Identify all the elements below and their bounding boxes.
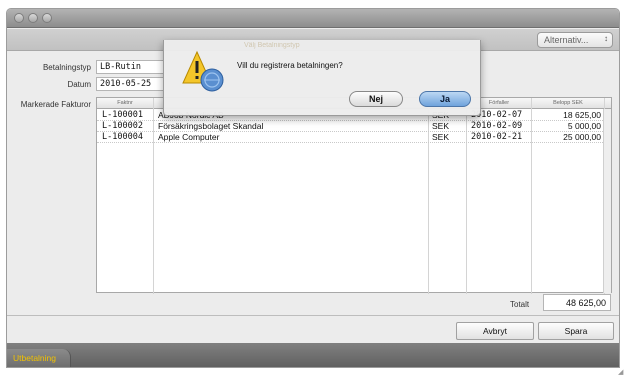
- forfaller-cell: 2010-02-21: [471, 132, 523, 142]
- belopp-cell: 18 625,00: [563, 110, 601, 120]
- zoom-window-button[interactable]: [42, 13, 52, 23]
- datum-label: Datum: [67, 80, 91, 89]
- no-button[interactable]: Nej: [349, 91, 403, 107]
- valuta-cell: SEK: [432, 121, 450, 131]
- table-row[interactable]: L-100004 Apple Computer SEK 2010-02-21 2…: [97, 132, 611, 143]
- dialog-title: Välj Betalningstyp: [244, 42, 300, 49]
- markerade-fakturor-label: Markerade Fakturor: [20, 100, 91, 109]
- betalningstyp-label: Betalningstyp: [42, 63, 91, 72]
- total-label: Totalt: [510, 300, 530, 309]
- warning-icon: [182, 50, 224, 92]
- up-down-arrows-icon: ↕: [604, 34, 608, 43]
- dialog-message: Vill du registrera betalningen?: [237, 61, 343, 70]
- faktnr-cell: L-100001: [102, 110, 143, 120]
- faktnr-cell: L-100002: [102, 121, 143, 131]
- yes-button[interactable]: Ja: [419, 91, 471, 107]
- divider: [7, 315, 619, 316]
- table-row[interactable]: L-100002 Försäkringsbolaget Skandal SEK …: [97, 121, 611, 132]
- app-window: Alternativ... ↕ Betalningstyp LB-Rutin D…: [6, 8, 620, 368]
- options-popup[interactable]: Alternativ... ↕: [537, 32, 613, 48]
- column-header-belopp[interactable]: Belopp SEK: [532, 98, 604, 109]
- title-bar: [7, 9, 619, 28]
- cancel-button[interactable]: Avbryt: [456, 322, 534, 340]
- forfaller-cell: 2010-02-09: [471, 121, 523, 131]
- valuta-cell: SEK: [432, 132, 450, 142]
- resize-grip-icon[interactable]: ◢: [618, 368, 626, 376]
- bottom-bar: Utbetalning: [7, 343, 619, 367]
- minimize-window-button[interactable]: [28, 13, 38, 23]
- belopp-cell: 25 000,00: [563, 132, 601, 142]
- belopp-cell: 5 000,00: [567, 121, 601, 131]
- table-scrollbar[interactable]: [603, 109, 611, 293]
- options-popup-label: Alternativ...: [544, 35, 589, 45]
- close-window-button[interactable]: [14, 13, 24, 23]
- column-header-faktnr[interactable]: Faktnr: [97, 98, 153, 109]
- namn-cell: Apple Computer: [158, 132, 220, 142]
- confirm-dialog: Välj Betalningstyp Vill du registrera be…: [163, 40, 481, 116]
- faktnr-cell: L-100004: [102, 132, 143, 142]
- save-button[interactable]: Spara: [538, 322, 614, 340]
- tab-utbetalning[interactable]: Utbetalning: [7, 349, 71, 367]
- invoice-table[interactable]: Faktnr Förfaller Belopp SEK L-100001 ADJ…: [96, 97, 612, 294]
- betalningstyp-field[interactable]: LB-Rutin: [96, 60, 164, 74]
- namn-cell: Försäkringsbolaget Skandal: [158, 121, 264, 131]
- total-value: 48 625,00: [543, 294, 611, 311]
- datum-field[interactable]: 2010-05-25: [96, 77, 164, 91]
